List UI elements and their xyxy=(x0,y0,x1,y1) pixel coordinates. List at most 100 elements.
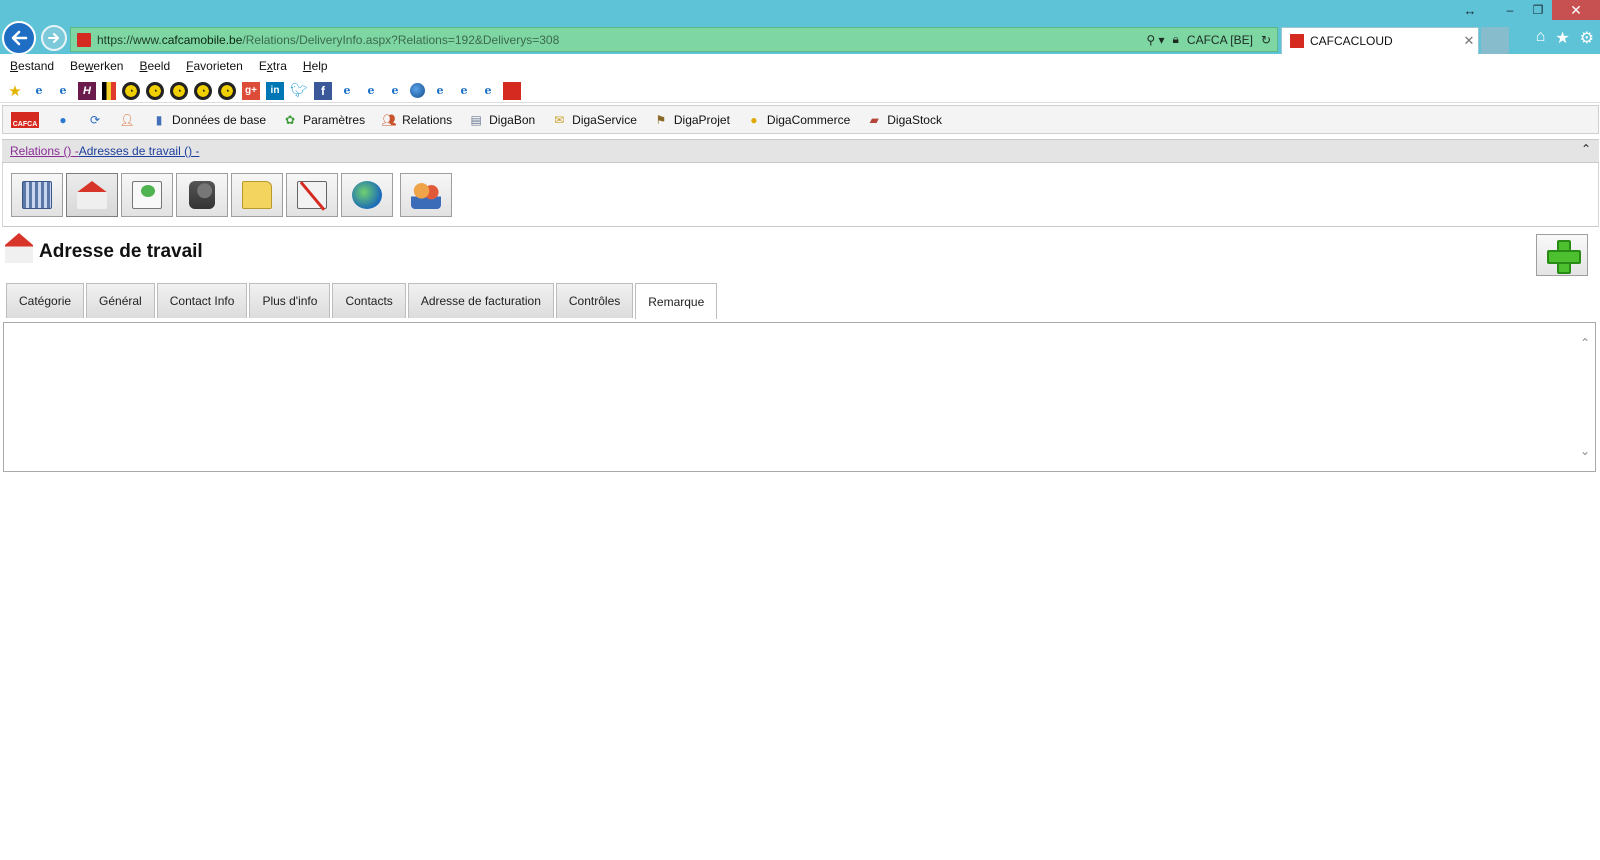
belgium-flag-icon[interactable] xyxy=(102,81,116,100)
toolbar-item-digaprojet[interactable]: ⚑ DigaProjet xyxy=(653,112,729,128)
plus-icon xyxy=(1547,240,1581,274)
toolbar-item-label: Relations xyxy=(402,112,453,127)
house-icon xyxy=(77,181,107,209)
facebook-icon[interactable]: f xyxy=(314,81,332,100)
h-link-icon[interactable]: H xyxy=(78,81,96,100)
mail-button[interactable] xyxy=(121,173,173,217)
toolbar-item-digacommerce[interactable]: ● DigaCommerce xyxy=(746,112,850,128)
toolbar-item-parametres[interactable]: ✿ Paramètres xyxy=(282,112,365,128)
clock-link-icon[interactable]: ◔ xyxy=(218,81,236,100)
address-url[interactable]: https://www.cafcamobile.be/Relations/Del… xyxy=(97,33,559,47)
ie-link-icon[interactable]: e xyxy=(386,82,404,100)
database-icon: ▮ xyxy=(155,112,163,127)
gear-icon[interactable]: ⚙ xyxy=(1580,28,1594,48)
menu-bestand[interactable]: Bestand xyxy=(10,59,54,73)
menu-favorieten[interactable]: Favorieten xyxy=(186,59,243,73)
toolbar-item-digastock[interactable]: ▰ DigaStock xyxy=(866,112,942,128)
clock-link-icon[interactable]: ◔ xyxy=(122,81,140,100)
favorites-star-icon[interactable]: ★ xyxy=(1555,28,1569,48)
scroll-up-icon[interactable]: ⌃ xyxy=(1575,333,1595,353)
sync-icon[interactable]: ⟳ xyxy=(87,112,103,128)
digaprojet-icon: ⚑ xyxy=(655,112,667,127)
toolbar-item-digaservice[interactable]: ✉ DigaService xyxy=(551,112,637,128)
refresh-icon[interactable]: ↻ xyxy=(1261,33,1271,47)
resize-icon[interactable]: ↔ xyxy=(1456,0,1484,20)
tab-general[interactable]: Général xyxy=(86,283,155,318)
toolbar-item-digabon[interactable]: ▤ DigaBon xyxy=(468,112,535,128)
add-favorite-icon[interactable]: ★ xyxy=(6,82,24,100)
linkedin-icon[interactable]: in xyxy=(266,81,284,100)
contacts-button[interactable] xyxy=(400,173,452,217)
no-documents-button[interactable] xyxy=(286,173,338,217)
tab-remarque[interactable]: Remarque xyxy=(635,283,718,319)
toolbar-item-donnees-de-base[interactable]: ▮ Données de base xyxy=(151,112,266,128)
tab-strip: Catégorie Général Contact Info Plus d'in… xyxy=(6,283,718,319)
search-icon[interactable]: ⚲ ▾ xyxy=(1146,33,1164,47)
menu-label: Be xyxy=(70,58,85,73)
url-path: /Relations/DeliveryInfo.aspx?Relations=1… xyxy=(242,32,560,47)
phone-contacts-button[interactable] xyxy=(176,173,228,217)
forward-button[interactable] xyxy=(41,25,67,51)
phone-icon xyxy=(189,181,215,209)
restore-button[interactable]: ❐ xyxy=(1524,0,1552,20)
new-tab-button[interactable] xyxy=(1481,27,1509,54)
collapse-icon[interactable]: ⌃ xyxy=(1581,142,1591,156)
menu-label: estand xyxy=(18,58,55,73)
address-bar[interactable]: https://www.cafcamobile.be/Relations/Del… xyxy=(70,27,1278,52)
globe-link-icon[interactable] xyxy=(410,83,425,98)
browser-tab[interactable]: CAFCACLOUD ✕ xyxy=(1281,27,1479,54)
ie-link-icon[interactable]: e xyxy=(338,82,356,100)
ie-link-icon[interactable]: e xyxy=(54,82,72,100)
ie-link-icon[interactable]: e xyxy=(479,82,497,100)
tab-controles[interactable]: Contrôles xyxy=(555,283,634,318)
tab-contact-info[interactable]: Contact Info xyxy=(156,283,248,318)
browser-titlebar: ↔ – ❐ ✕ https://www.cafcamobile.be/Relat… xyxy=(0,0,1600,55)
tab-plus-dinfo[interactable]: Plus d'info xyxy=(249,283,331,318)
scroll-down-icon[interactable]: ⌄ xyxy=(1575,441,1595,461)
breadcrumb-relations-link[interactable]: Relations () - xyxy=(10,144,79,158)
digabon-icon: ▤ xyxy=(470,112,482,127)
remark-panel: ⌃ ⌄ xyxy=(3,322,1596,472)
menu-help[interactable]: Help xyxy=(303,59,328,73)
certificate-label[interactable]: CAFCA [BE] xyxy=(1187,33,1253,47)
ie-link-icon[interactable]: e xyxy=(431,82,449,100)
cafca-logo-icon[interactable]: CAFCA xyxy=(11,111,39,128)
user-icon[interactable]: 👤︎ xyxy=(119,112,135,128)
breadcrumb-work-addresses-link[interactable]: Adresses de travail () - xyxy=(79,144,200,158)
remark-textarea[interactable] xyxy=(4,323,1572,469)
close-tab-icon[interactable]: ✕ xyxy=(1460,33,1478,49)
ie-link-icon[interactable]: e xyxy=(30,82,48,100)
cafca-link-icon[interactable] xyxy=(503,81,521,100)
google-plus-icon[interactable]: g+ xyxy=(242,81,260,100)
close-window-button[interactable]: ✕ xyxy=(1552,0,1600,20)
building-icon xyxy=(22,181,52,209)
web-button[interactable] xyxy=(341,173,393,217)
company-button[interactable] xyxy=(11,173,63,217)
folder-button[interactable] xyxy=(231,173,283,217)
scrollbar[interactable]: ⌃ ⌄ xyxy=(1575,323,1595,471)
twitter-icon[interactable]: 🐦︎ xyxy=(290,82,308,100)
home-icon[interactable]: ⌂ xyxy=(1536,28,1546,48)
menu-extra[interactable]: Extra xyxy=(259,59,287,73)
menu-bewerken[interactable]: Bewerken xyxy=(70,59,123,73)
ie-link-icon[interactable]: e xyxy=(455,82,473,100)
window-controls: ↔ – ❐ ✕ xyxy=(1456,0,1600,20)
ie-link-icon[interactable]: e xyxy=(362,82,380,100)
clock-link-icon[interactable]: ◔ xyxy=(170,81,188,100)
clock-link-icon[interactable]: ◔ xyxy=(146,81,164,100)
work-address-button[interactable] xyxy=(66,173,118,217)
tab-adresse-de-facturation[interactable]: Adresse de facturation xyxy=(407,283,554,318)
toolbar-item-relations[interactable]: 👥︎ Relations xyxy=(381,112,452,128)
tab-contacts[interactable]: Contacts xyxy=(332,283,406,318)
back-button[interactable] xyxy=(2,21,36,55)
tab-categorie[interactable]: Catégorie xyxy=(6,283,85,318)
add-button[interactable] xyxy=(1536,234,1588,276)
clock-link-icon[interactable]: ◔ xyxy=(194,81,212,100)
lock-icon[interactable]: 🔒︎ xyxy=(1173,32,1179,47)
digastock-icon: ▰ xyxy=(869,112,879,127)
app-toolbar: CAFCA ● ⟳ 👤︎ ▮ Données de base ✿ Paramèt… xyxy=(2,105,1599,134)
menu-beeld[interactable]: Beeld xyxy=(139,59,170,73)
minimize-button[interactable]: – xyxy=(1496,0,1524,20)
globe-icon[interactable]: ● xyxy=(55,112,71,128)
arrow-right-icon xyxy=(48,33,59,43)
